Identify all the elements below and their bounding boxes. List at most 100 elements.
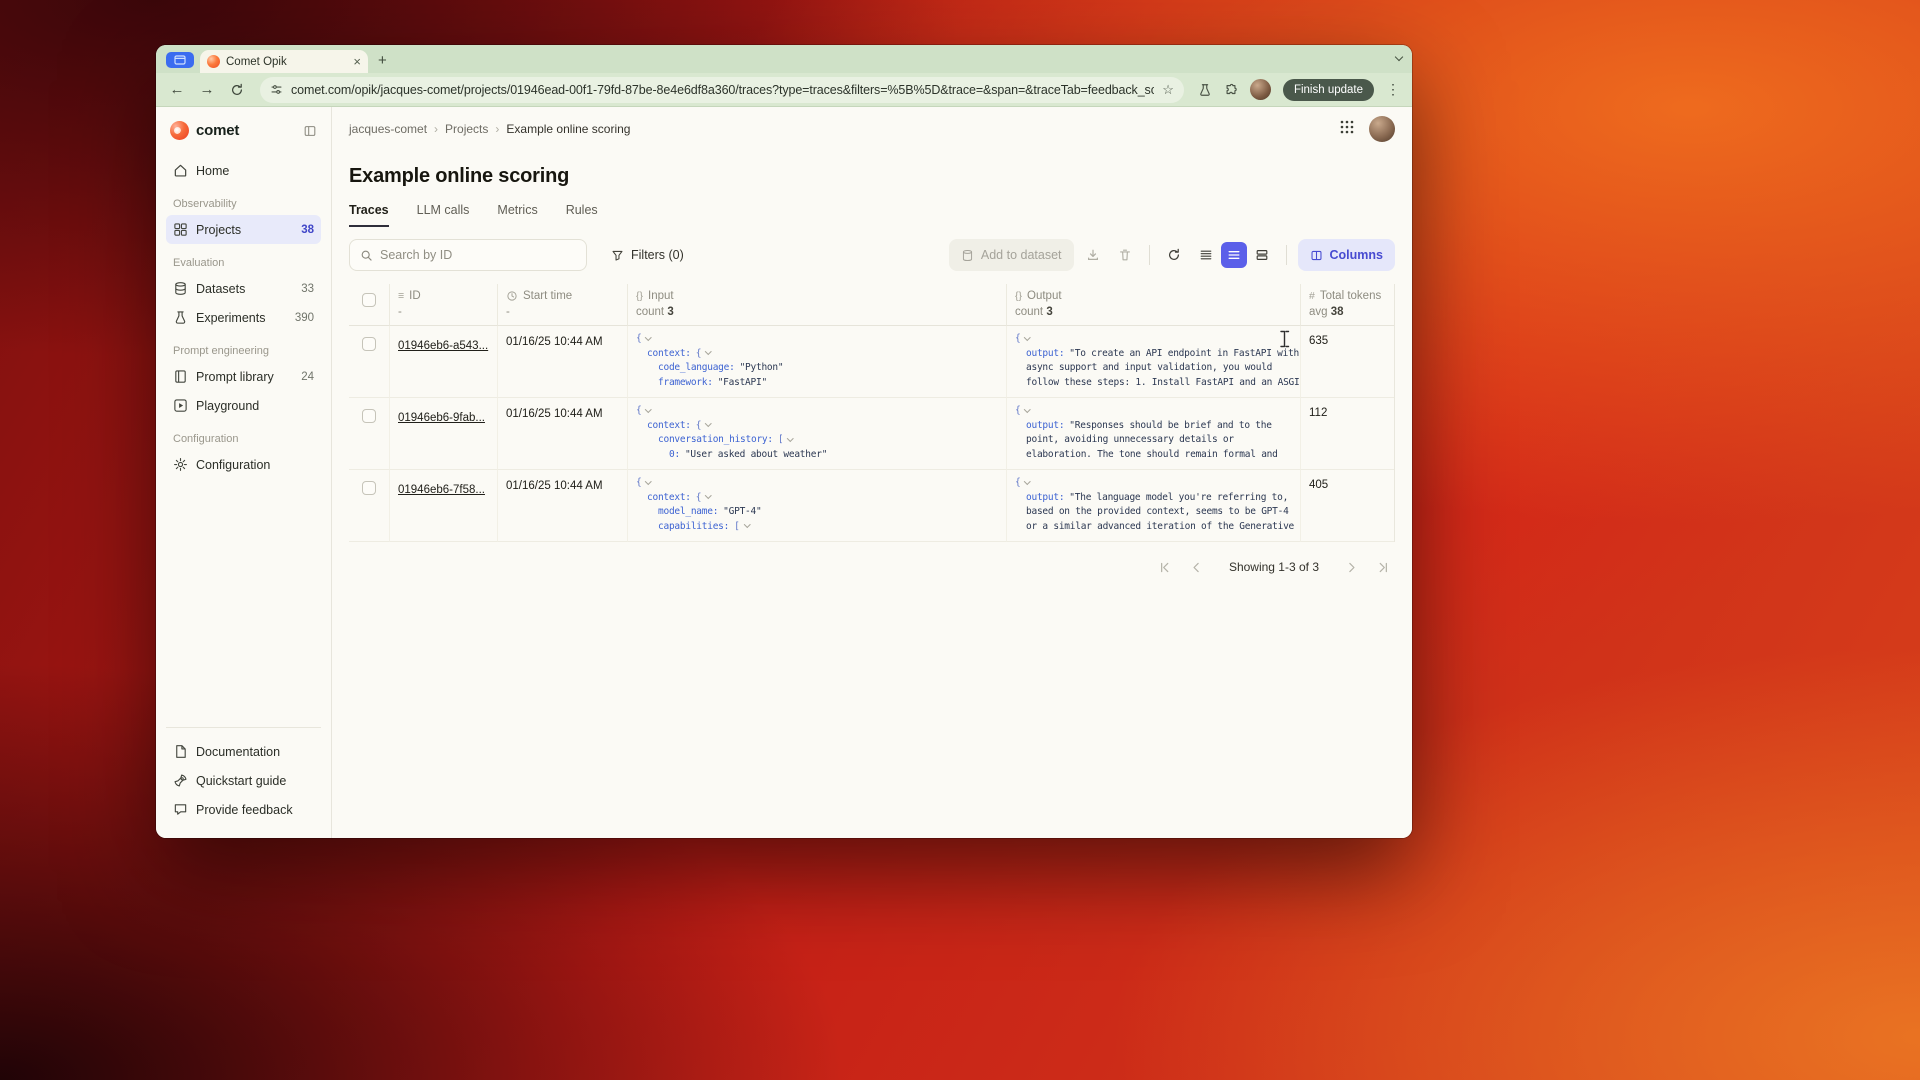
first-page-button[interactable]: [1153, 555, 1177, 579]
browser-menu-icon[interactable]: ⋮: [1382, 81, 1404, 98]
column-header-id[interactable]: ≡ID -: [389, 284, 497, 326]
trace-output-cell[interactable]: { output:"To create an API endpoint in F…: [1006, 326, 1300, 398]
first-page-icon: [1158, 561, 1171, 574]
row-checkbox[interactable]: [362, 409, 376, 423]
browser-tab[interactable]: Comet Opik ×: [200, 50, 368, 73]
sidebar-item-documentation[interactable]: Documentation: [166, 737, 321, 766]
add-to-dataset-button[interactable]: Add to dataset: [949, 239, 1074, 271]
tab-rules[interactable]: Rules: [566, 203, 598, 227]
trace-id-link[interactable]: 01946eb6-9fab...: [398, 412, 485, 424]
last-page-button[interactable]: [1371, 555, 1395, 579]
collapse-chevron-icon[interactable]: [646, 406, 652, 412]
prev-page-button[interactable]: [1185, 555, 1209, 579]
collapse-chevron-icon[interactable]: [1025, 334, 1031, 340]
collapse-chevron-icon[interactable]: [646, 478, 652, 484]
row-height-small-button[interactable]: [1193, 242, 1219, 268]
collapse-chevron-icon[interactable]: [787, 435, 793, 441]
json-key: context:: [647, 348, 691, 359]
collapse-chevron-icon[interactable]: [646, 334, 652, 340]
trace-input-cell[interactable]: { context:{ code_language:"Python" frame…: [627, 326, 1006, 398]
collapse-chevron-icon[interactable]: [744, 521, 750, 527]
table-row-cell: 01946eb6-a543...: [389, 326, 497, 398]
sidebar-item-count: 24: [301, 371, 314, 383]
next-page-button[interactable]: [1339, 555, 1363, 579]
column-sublabel: count: [1015, 306, 1043, 318]
delete-button[interactable]: [1112, 242, 1138, 268]
select-all-checkbox[interactable]: [362, 293, 376, 307]
collapse-chevron-icon[interactable]: [705, 492, 711, 498]
browser-profile-avatar[interactable]: [1250, 79, 1271, 100]
site-settings-icon[interactable]: [270, 83, 283, 96]
tab-close-icon[interactable]: ×: [353, 55, 361, 68]
url-bar[interactable]: comet.com/opik/jacques-comet/projects/01…: [260, 77, 1184, 103]
row-height-medium-button[interactable]: [1221, 242, 1247, 268]
columns-button[interactable]: Columns: [1298, 239, 1395, 271]
sidebar-item-datasets[interactable]: Datasets 33: [166, 274, 321, 303]
trace-total-tokens: 112: [1300, 398, 1394, 470]
trace-input-cell[interactable]: { context:{ conversation_history:[ 0:"Us…: [627, 398, 1006, 470]
forward-button[interactable]: →: [194, 77, 220, 103]
finish-update-button[interactable]: Finish update: [1283, 79, 1374, 101]
tab-metrics[interactable]: Metrics: [497, 203, 537, 227]
tab-search-chevron-icon[interactable]: [1396, 47, 1402, 65]
reload-button[interactable]: [224, 77, 250, 103]
column-subvalue: 3: [667, 306, 673, 318]
tab-llm-calls[interactable]: LLM calls: [417, 203, 470, 227]
column-header-input[interactable]: {}Input count 3: [627, 284, 1006, 326]
export-download-button[interactable]: [1080, 242, 1106, 268]
bookmark-star-icon[interactable]: ☆: [1162, 82, 1174, 98]
sidebar-item-projects[interactable]: Projects 38: [166, 215, 321, 244]
sidebar-item-provide-feedback[interactable]: Provide feedback: [166, 795, 321, 824]
collapse-chevron-icon[interactable]: [1025, 478, 1031, 484]
collapse-chevron-icon[interactable]: [705, 348, 711, 354]
beaker-icon[interactable]: [1194, 83, 1216, 97]
column-header-output[interactable]: {}Output count 3: [1006, 284, 1300, 326]
trace-input-cell[interactable]: { context:{ model_name:"GPT-4" capabilit…: [627, 470, 1006, 542]
search-input[interactable]: [380, 248, 576, 262]
row-height-large-button[interactable]: [1249, 242, 1275, 268]
sidebar-item-quickstart-guide[interactable]: Quickstart guide: [166, 766, 321, 795]
search-box[interactable]: [349, 239, 587, 271]
next-page-icon: [1345, 561, 1358, 574]
trace-id-link[interactable]: 01946eb6-7f58...: [398, 484, 485, 496]
sidebar-item-playground[interactable]: Playground: [166, 391, 321, 420]
collapse-chevron-icon[interactable]: [1025, 406, 1031, 412]
sidebar-collapse-icon[interactable]: [303, 124, 317, 138]
search-icon: [360, 249, 373, 262]
sidebar-item-experiments[interactable]: Experiments 390: [166, 303, 321, 332]
columns-icon: [1310, 249, 1323, 262]
row-checkbox[interactable]: [362, 481, 376, 495]
tab-traces[interactable]: Traces: [349, 203, 389, 227]
breadcrumb-workspace[interactable]: jacques-comet: [349, 122, 427, 136]
trace-output-cell[interactable]: { output:"The language model you're refe…: [1006, 470, 1300, 542]
sidebar-item-home[interactable]: Home: [166, 156, 321, 185]
json-value: async support and input validation, you …: [1026, 362, 1272, 373]
trash-icon: [1118, 248, 1132, 262]
url-text: comet.com/opik/jacques-comet/projects/01…: [291, 83, 1154, 97]
refresh-button[interactable]: [1161, 242, 1187, 268]
apps-grid-icon[interactable]: [1339, 119, 1355, 140]
id-column-icon: ≡: [398, 290, 404, 302]
new-tab-button[interactable]: +: [378, 53, 387, 68]
json-key: model_name:: [658, 506, 718, 517]
traces-table: ≡ID - Start time - {}Input count 3: [349, 284, 1395, 542]
user-avatar[interactable]: [1369, 116, 1395, 142]
comet-logo-icon: [170, 121, 189, 140]
filters-button[interactable]: Filters (0): [599, 239, 696, 271]
row-checkbox[interactable]: [362, 337, 376, 351]
breadcrumb-projects[interactable]: Projects: [445, 122, 488, 136]
chat-bubble-icon: [173, 802, 188, 817]
sidebar-item-label: Documentation: [196, 745, 280, 759]
sidebar-item-configuration[interactable]: Configuration: [166, 450, 321, 479]
extensions-puzzle-icon[interactable]: [1220, 83, 1242, 97]
sidebar-item-prompt-library[interactable]: Prompt library 24: [166, 362, 321, 391]
trace-output-cell[interactable]: { output:"Responses should be brief and …: [1006, 398, 1300, 470]
back-button[interactable]: ←: [164, 77, 190, 103]
tab-group-chip[interactable]: [166, 52, 194, 68]
flask-icon: [173, 310, 188, 325]
trace-id-link[interactable]: 01946eb6-a543...: [398, 340, 488, 352]
collapse-chevron-icon[interactable]: [705, 420, 711, 426]
column-header-start-time[interactable]: Start time -: [497, 284, 627, 326]
json-value: point, avoiding unnecessary details or: [1026, 434, 1234, 445]
column-header-total-tokens[interactable]: #Total tokens avg 38: [1300, 284, 1394, 326]
